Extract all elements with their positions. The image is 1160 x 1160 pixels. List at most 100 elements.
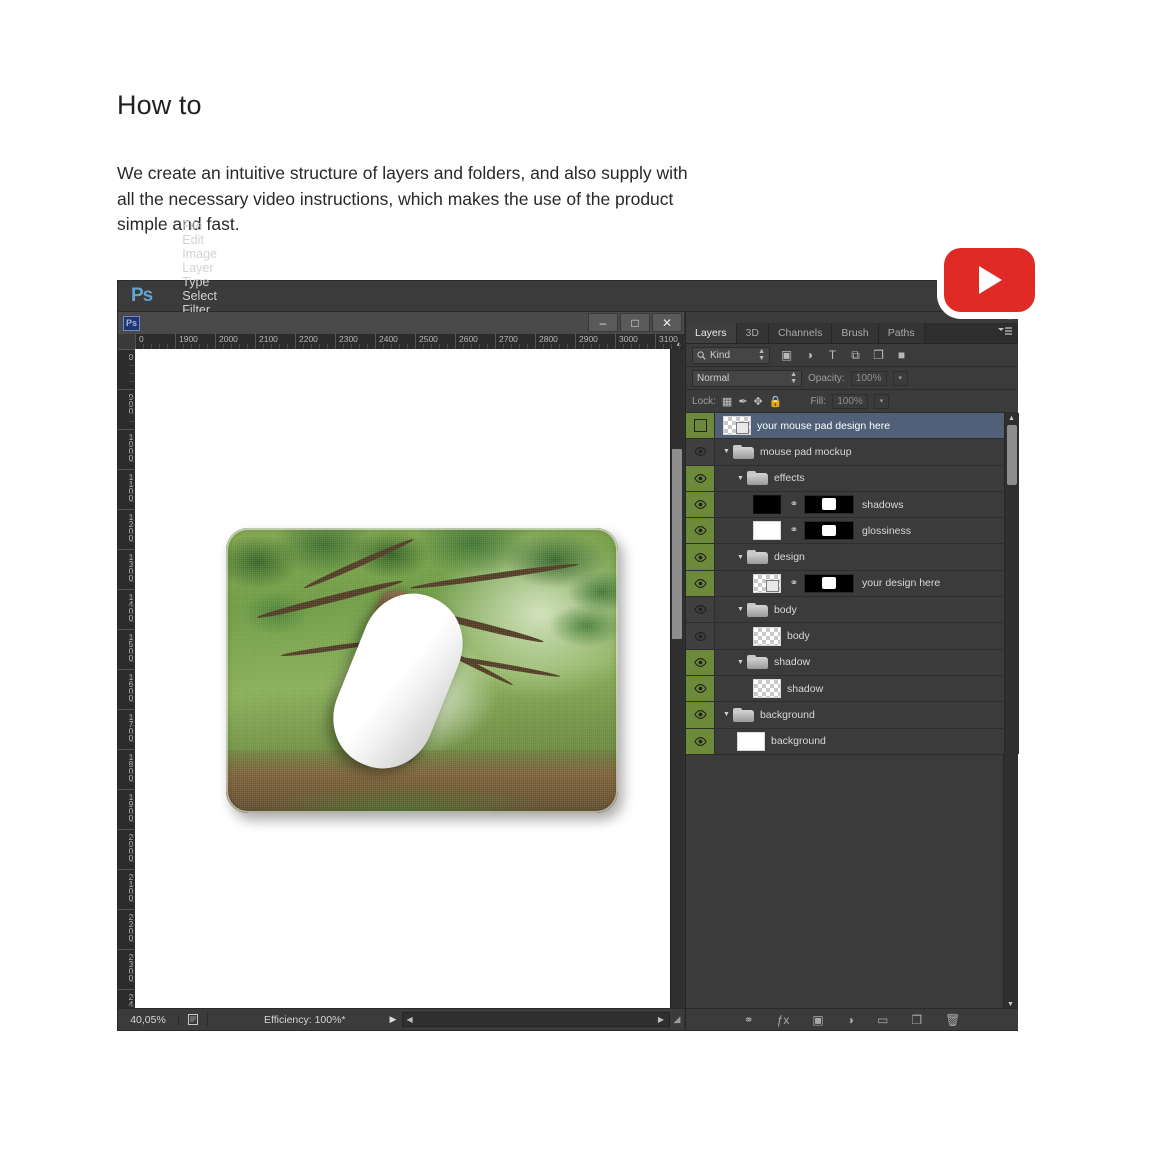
layer-row[interactable]: ▼ body: [686, 597, 1004, 624]
status-expand-icon[interactable]: ▶: [390, 1014, 397, 1025]
layer-row[interactable]: ▼ design: [686, 544, 1004, 571]
document-title-bar[interactable]: Ps – □ ✕: [118, 312, 684, 335]
filter-toggle-icon[interactable]: ■: [891, 347, 912, 364]
new-layer-icon[interactable]: ❐: [911, 1013, 922, 1027]
menu-layer[interactable]: Layer: [172, 261, 236, 275]
filter-kind-select[interactable]: Kind ▲ ▼: [692, 346, 770, 364]
opacity-input[interactable]: 100%: [850, 370, 887, 386]
horizontal-ruler[interactable]: ▲ 0 1900 2000 2100 2200 2300 2400 2500 2600 2700 2…: [118, 334, 684, 350]
tab-3d[interactable]: 3D: [736, 323, 769, 343]
layer-row[interactable]: background: [686, 728, 1004, 755]
layer-row[interactable]: ⚭ glossiness: [686, 518, 1004, 545]
layer-row[interactable]: ▼ mouse pad mockup: [686, 439, 1004, 466]
layers-scrollbar-thumb[interactable]: [1007, 425, 1017, 485]
mask-link-icon[interactable]: ⚭: [787, 525, 801, 536]
lock-transparent-pixels-icon[interactable]: ▦: [722, 395, 732, 408]
group-expand-triangle-icon[interactable]: ▼: [737, 554, 744, 561]
panel-expand-bar[interactable]: »: [686, 312, 1018, 323]
group-expand-triangle-icon[interactable]: ▼: [723, 448, 730, 455]
layer-visibility-eye-icon[interactable]: [686, 702, 715, 728]
add-layer-mask-icon[interactable]: ▣: [812, 1013, 823, 1027]
blend-mode-stepper-icon[interactable]: ▲ ▼: [790, 371, 797, 385]
opacity-dropdown-icon[interactable]: ▾: [892, 370, 908, 386]
lock-position-icon[interactable]: ✥: [754, 395, 763, 408]
layers-scrollbar-lower[interactable]: ▼: [1003, 755, 1018, 1010]
layer-visibility-eye-icon[interactable]: [686, 649, 715, 675]
group-expand-triangle-icon[interactable]: ▼: [737, 475, 744, 482]
mask-link-icon[interactable]: ⚭: [787, 578, 801, 589]
layer-thumbnail[interactable]: [753, 521, 781, 541]
menu-edit[interactable]: Edit: [172, 233, 236, 247]
layer-row[interactable]: ▼ effects: [686, 465, 1004, 492]
layer-visibility-eye-icon[interactable]: [686, 544, 715, 570]
layer-mask-thumbnail[interactable]: [804, 495, 854, 515]
blend-mode-select[interactable]: Normal ▲ ▼: [692, 369, 802, 387]
layer-thumbnail[interactable]: [723, 416, 751, 436]
layer-visibility-eye-icon[interactable]: [686, 465, 715, 491]
layers-scrollbar[interactable]: ▲: [1004, 413, 1019, 754]
layer-row[interactable]: ▼ shadow: [686, 649, 1004, 676]
layer-visibility-eye-icon[interactable]: [686, 570, 715, 597]
scroll-right-icon[interactable]: ▶: [655, 1015, 667, 1024]
link-layers-icon[interactable]: ⚭: [744, 1013, 754, 1027]
menu-file[interactable]: File: [172, 219, 236, 233]
new-adjustment-layer-icon[interactable]: ◑: [847, 1013, 854, 1027]
pixel-layer-filter-icon[interactable]: ▣: [776, 347, 797, 364]
layer-thumbnail[interactable]: [753, 495, 781, 515]
scroll-left-icon[interactable]: ◀: [403, 1015, 415, 1024]
smart-object-filter-icon[interactable]: ❐: [868, 347, 889, 364]
new-group-icon[interactable]: ▭: [877, 1013, 888, 1027]
layer-thumbnail[interactable]: [753, 626, 781, 646]
group-expand-triangle-icon[interactable]: ▼: [723, 711, 730, 718]
layer-thumbnail[interactable]: [753, 679, 781, 699]
fill-input[interactable]: 100%: [832, 393, 869, 409]
layer-visibility-eye-icon[interactable]: [686, 675, 715, 702]
layers-list[interactable]: your mouse pad design here ▼ mouse pad moc…: [686, 413, 1004, 755]
tab-brush[interactable]: Brush: [832, 323, 879, 343]
menu-image[interactable]: Image: [172, 247, 236, 261]
menu-type[interactable]: Type: [172, 275, 236, 289]
layer-thumbnail[interactable]: [737, 731, 765, 751]
layer-row[interactable]: your mouse pad design here: [686, 413, 1004, 440]
canvas-area[interactable]: [135, 349, 684, 1009]
maximize-button[interactable]: □: [620, 313, 650, 332]
fill-dropdown-icon[interactable]: ▾: [874, 393, 890, 409]
group-expand-triangle-icon[interactable]: ▼: [737, 606, 744, 613]
scroll-up-icon[interactable]: ▲: [1008, 415, 1015, 422]
vertical-ruler[interactable]: 0 900 1000 1100 1200 1300 1400 1500 1600 1700 1800…: [118, 349, 136, 1009]
resize-grip-icon[interactable]: ◢: [670, 1014, 684, 1025]
group-expand-triangle-icon[interactable]: ▼: [737, 659, 744, 666]
minimize-button[interactable]: –: [588, 313, 618, 332]
filter-kind-stepper-icon[interactable]: ▲ ▼: [758, 348, 765, 362]
layer-visibility-eye-icon[interactable]: [686, 518, 715, 544]
layer-visibility-eye-icon[interactable]: [686, 491, 715, 518]
layer-visibility-eye-icon[interactable]: [686, 439, 715, 465]
type-layer-filter-icon[interactable]: T: [822, 347, 843, 364]
layers-list-empty-area[interactable]: ▼: [686, 754, 1018, 1010]
layer-visibility-toggle[interactable]: [686, 413, 715, 439]
mask-link-icon[interactable]: ⚭: [787, 499, 801, 510]
zoom-level[interactable]: 40,05%: [118, 1013, 179, 1026]
layer-row[interactable]: ⚭ your design here: [686, 570, 1004, 598]
expand-panels-icon[interactable]: »: [1009, 313, 1013, 322]
panel-menu-icon[interactable]: [998, 327, 1012, 339]
canvas-horizontal-scrollbar[interactable]: ◀ ▶: [402, 1012, 789, 1027]
youtube-play-button[interactable]: [944, 248, 1035, 312]
layer-style-fx-icon[interactable]: ƒх: [777, 1013, 790, 1027]
layer-thumbnail[interactable]: [753, 573, 781, 593]
layer-visibility-eye-icon[interactable]: [686, 623, 715, 649]
shape-layer-filter-icon[interactable]: ⧉: [845, 347, 866, 364]
layer-mask-thumbnail[interactable]: [804, 573, 854, 593]
layer-row[interactable]: shadow: [686, 675, 1004, 703]
adjustment-layer-filter-icon[interactable]: ◑: [799, 347, 820, 364]
layer-visibility-eye-icon[interactable]: [686, 597, 715, 623]
layer-visibility-eye-icon[interactable]: [686, 728, 715, 754]
menu-select[interactable]: Select: [172, 289, 236, 303]
delete-layer-icon[interactable]: 🗑: [945, 1013, 960, 1027]
layer-row[interactable]: body: [686, 623, 1004, 650]
scroll-down-icon[interactable]: ▼: [1007, 1001, 1014, 1008]
close-button[interactable]: ✕: [652, 313, 682, 332]
document-info-icon[interactable]: [179, 1013, 208, 1026]
canvas-vertical-scrollbar[interactable]: [670, 349, 684, 1009]
tab-paths[interactable]: Paths: [878, 323, 925, 343]
